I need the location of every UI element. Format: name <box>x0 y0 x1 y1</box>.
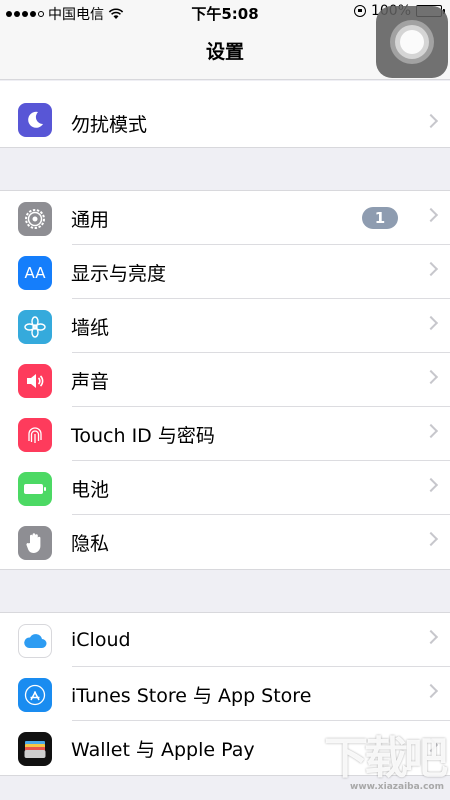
settings-row-general[interactable]: 通用 1 <box>0 191 450 245</box>
settings-row-itunes-app-store[interactable]: iTunes Store 与 App Store <box>0 667 450 721</box>
gear-icon <box>18 202 52 236</box>
app-store-icon <box>18 678 52 712</box>
chevron-right-icon <box>423 315 439 331</box>
settings-row-sounds[interactable]: 声音 <box>0 353 450 407</box>
chevron-right-icon <box>423 423 439 439</box>
text-size-glyph: AA <box>24 264 46 282</box>
chevron-right-icon <box>423 369 439 385</box>
settings-row-label: 隐私 <box>71 532 110 555</box>
flower-icon <box>18 310 52 344</box>
battery-setting-icon <box>18 472 52 506</box>
settings-row-label: iCloud <box>71 629 131 651</box>
assistive-touch-button[interactable] <box>376 6 448 78</box>
orientation-lock-icon <box>353 5 366 17</box>
speaker-icon <box>18 364 52 398</box>
settings-row-label: 勿扰模式 <box>71 114 148 136</box>
chevron-right-icon <box>423 477 439 493</box>
chevron-right-icon <box>423 683 439 699</box>
wallet-icon <box>18 732 52 766</box>
settings-group-focus: 勿扰模式 <box>0 81 450 148</box>
chevron-right-icon <box>423 629 439 645</box>
text-size-icon: AA <box>18 256 52 290</box>
settings-row-label: 通用 <box>71 208 110 231</box>
moon-icon <box>18 103 52 137</box>
settings-row-label: 显示与亮度 <box>71 262 167 285</box>
settings-row-wallpaper[interactable]: 墙纸 <box>0 299 450 353</box>
chevron-right-icon <box>423 261 439 277</box>
hand-icon <box>18 526 52 560</box>
update-badge: 1 <box>362 207 398 229</box>
settings-row-touch-id-passcode[interactable]: Touch ID 与密码 <box>0 407 450 461</box>
settings-row-label: Wallet 与 Apple Pay <box>71 738 255 761</box>
settings-row-icloud[interactable]: iCloud <box>0 613 450 667</box>
settings-row-label: 墙纸 <box>71 316 110 339</box>
settings-row-label: 电池 <box>71 478 110 501</box>
settings-group-general: 通用 1 AA 显示与亮度 墙纸 声音 Touch ID 与密码 电池 隐私 <box>0 190 450 570</box>
chevron-right-icon <box>423 113 439 129</box>
settings-row-display-brightness[interactable]: AA 显示与亮度 <box>0 245 450 299</box>
watermark-text: 下载吧 <box>324 733 448 784</box>
settings-row-do-not-disturb[interactable]: 勿扰模式 <box>0 81 450 147</box>
settings-row-label: 声音 <box>71 370 110 393</box>
watermark-logo: 下载吧 www.xiazaiba.com <box>324 722 448 792</box>
chevron-right-icon <box>423 207 439 223</box>
chevron-right-icon <box>423 531 439 547</box>
fingerprint-icon <box>18 418 52 452</box>
settings-row-privacy[interactable]: 隐私 <box>0 515 450 569</box>
cloud-icon <box>18 624 52 658</box>
settings-row-battery[interactable]: 电池 <box>0 461 450 515</box>
settings-row-label: Touch ID 与密码 <box>71 424 215 447</box>
settings-list: 勿扰模式 通用 1 AA 显示与亮度 墙纸 声音 Touch ID 与密码 电池… <box>0 81 450 776</box>
settings-row-label: iTunes Store 与 App Store <box>71 684 312 707</box>
